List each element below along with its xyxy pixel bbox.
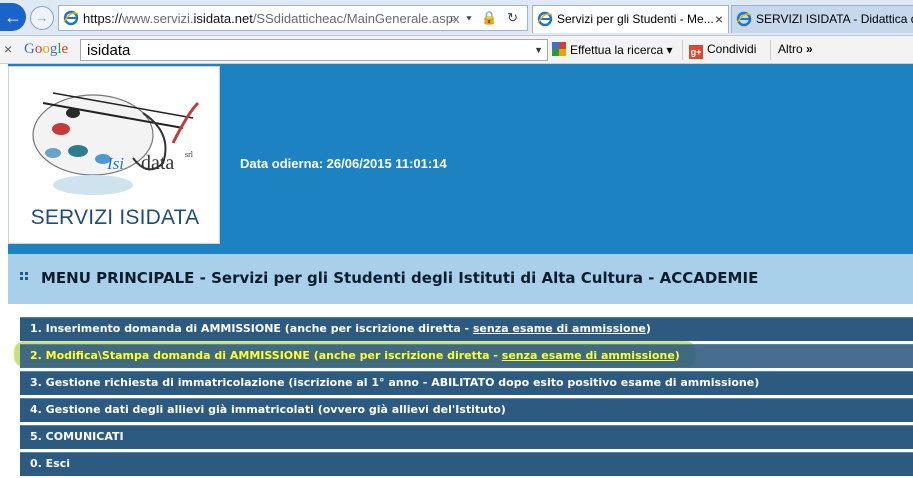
google-toolbar: × Google isidata ▼ Effettua la ricerca ▾… xyxy=(0,36,913,64)
logo-brand: Isi xyxy=(106,154,124,173)
tab-label: SERVIZI ISIDATA - Didattica de xyxy=(756,12,913,26)
menu-item-text: 3. Gestione richiesta di immatricolazion… xyxy=(30,376,760,389)
back-button[interactable]: ← xyxy=(0,3,26,31)
ie-icon xyxy=(736,11,752,27)
tab-label: Servizi per gli Studenti - Me... xyxy=(557,12,714,26)
forward-button[interactable]: → xyxy=(30,6,54,30)
divider xyxy=(682,40,683,60)
chevron-down-icon[interactable]: ▼ xyxy=(534,45,543,55)
menu-item-link[interactable]: senza esame di ammissione xyxy=(473,322,646,335)
menu-item-text: 4. Gestione dati degli allievi già immat… xyxy=(30,403,506,416)
logo-word: data xyxy=(141,152,174,174)
menu-item-text: 1. Inserimento domanda di AMMISSIONE (an… xyxy=(30,322,473,335)
menu-item-inserimento-ammissione[interactable]: 1. Inserimento domanda di AMMISSIONE (an… xyxy=(20,317,913,341)
search-button-label: Effettua la ricerca xyxy=(570,43,664,57)
palette-violin-logo-icon: Isi data srl xyxy=(32,92,200,195)
grid-icon xyxy=(20,272,29,281)
url-text: https://www.servizi.isidata.net/SSdidatt… xyxy=(83,11,460,26)
divider xyxy=(770,40,771,60)
google-logo: Google xyxy=(24,41,69,57)
page-title: MENU PRINCIPALE - Servizi per gli Studen… xyxy=(41,269,759,287)
ie-icon xyxy=(63,10,79,26)
url-input[interactable]: https://www.servizi.isidata.net/SSdidatt… xyxy=(58,5,528,31)
share-button[interactable]: g+ Condividi xyxy=(689,42,756,59)
menu-item-text: 2. Modifica\Stampa domanda di AMMISSIONE… xyxy=(30,349,502,362)
menu-item-allievi-immatricolati[interactable]: 4. Gestione dati degli allievi già immat… xyxy=(20,398,913,422)
logo-title: SERVIZI ISIDATA xyxy=(30,206,200,229)
google-search-input[interactable]: isidata ▼ xyxy=(80,39,548,61)
google-plus-icon: g+ xyxy=(689,45,703,59)
current-date: Data odierna: 26/06/2015 11:01:14 xyxy=(240,156,447,171)
browser-address-bar: ← → https://www.servizi.isidata.net/SSdi… xyxy=(0,0,913,36)
url-controls[interactable]: ⌕ ▾ 🔒 ↻ xyxy=(449,10,521,26)
menu-item-esci[interactable]: 0. Esci xyxy=(20,452,913,476)
isidata-logo: Isi data srl SERVIZI ISIDATA xyxy=(8,66,220,244)
tab-servizi-isidata[interactable]: SERVIZI ISIDATA - Didattica de xyxy=(731,5,913,33)
more-button[interactable]: Altro » xyxy=(778,42,813,56)
menu-item-text: 5. COMUNICATI xyxy=(30,430,124,443)
menu-item-text: 0. Esci xyxy=(30,457,71,470)
menu-item-comunicati[interactable]: 5. COMUNICATI xyxy=(20,425,913,449)
ie-icon xyxy=(537,11,553,27)
menu-item-suffix: ) xyxy=(645,322,651,335)
more-button-label: Altro xyxy=(778,42,803,56)
menu-item-modifica-stampa-ammissione[interactable]: 2. Modifica\Stampa domanda di AMMISSIONE… xyxy=(20,344,913,368)
google-search-icon xyxy=(552,42,566,56)
menu-item-immatricolazione[interactable]: 3. Gestione richiesta di immatricolazion… xyxy=(20,371,913,395)
share-button-label: Condividi xyxy=(707,42,757,56)
menu-item-link[interactable]: senza esame di ammissione xyxy=(502,349,675,362)
url-domain: isidata.net xyxy=(193,11,253,26)
logo-srl: srl xyxy=(185,150,194,159)
search-button[interactable]: Effettua la ricerca ▾ xyxy=(552,42,673,57)
url-subdomain: www.servizi. xyxy=(122,11,194,26)
url-path: /SSdidatticheac/MainGenerale.aspx xyxy=(252,11,460,26)
url-scheme: https:// xyxy=(83,11,123,26)
double-chevron-right-icon: » xyxy=(806,42,813,56)
close-icon[interactable]: × xyxy=(4,41,12,57)
menu-header: MENU PRINCIPALE - Servizi per gli Studen… xyxy=(8,254,913,304)
close-icon[interactable]: × xyxy=(715,6,723,32)
google-search-value: isidata xyxy=(87,42,131,59)
menu-item-suffix: ) xyxy=(674,349,680,362)
tab-servizi-studenti[interactable]: Servizi per gli Studenti - Me... × xyxy=(532,5,729,33)
